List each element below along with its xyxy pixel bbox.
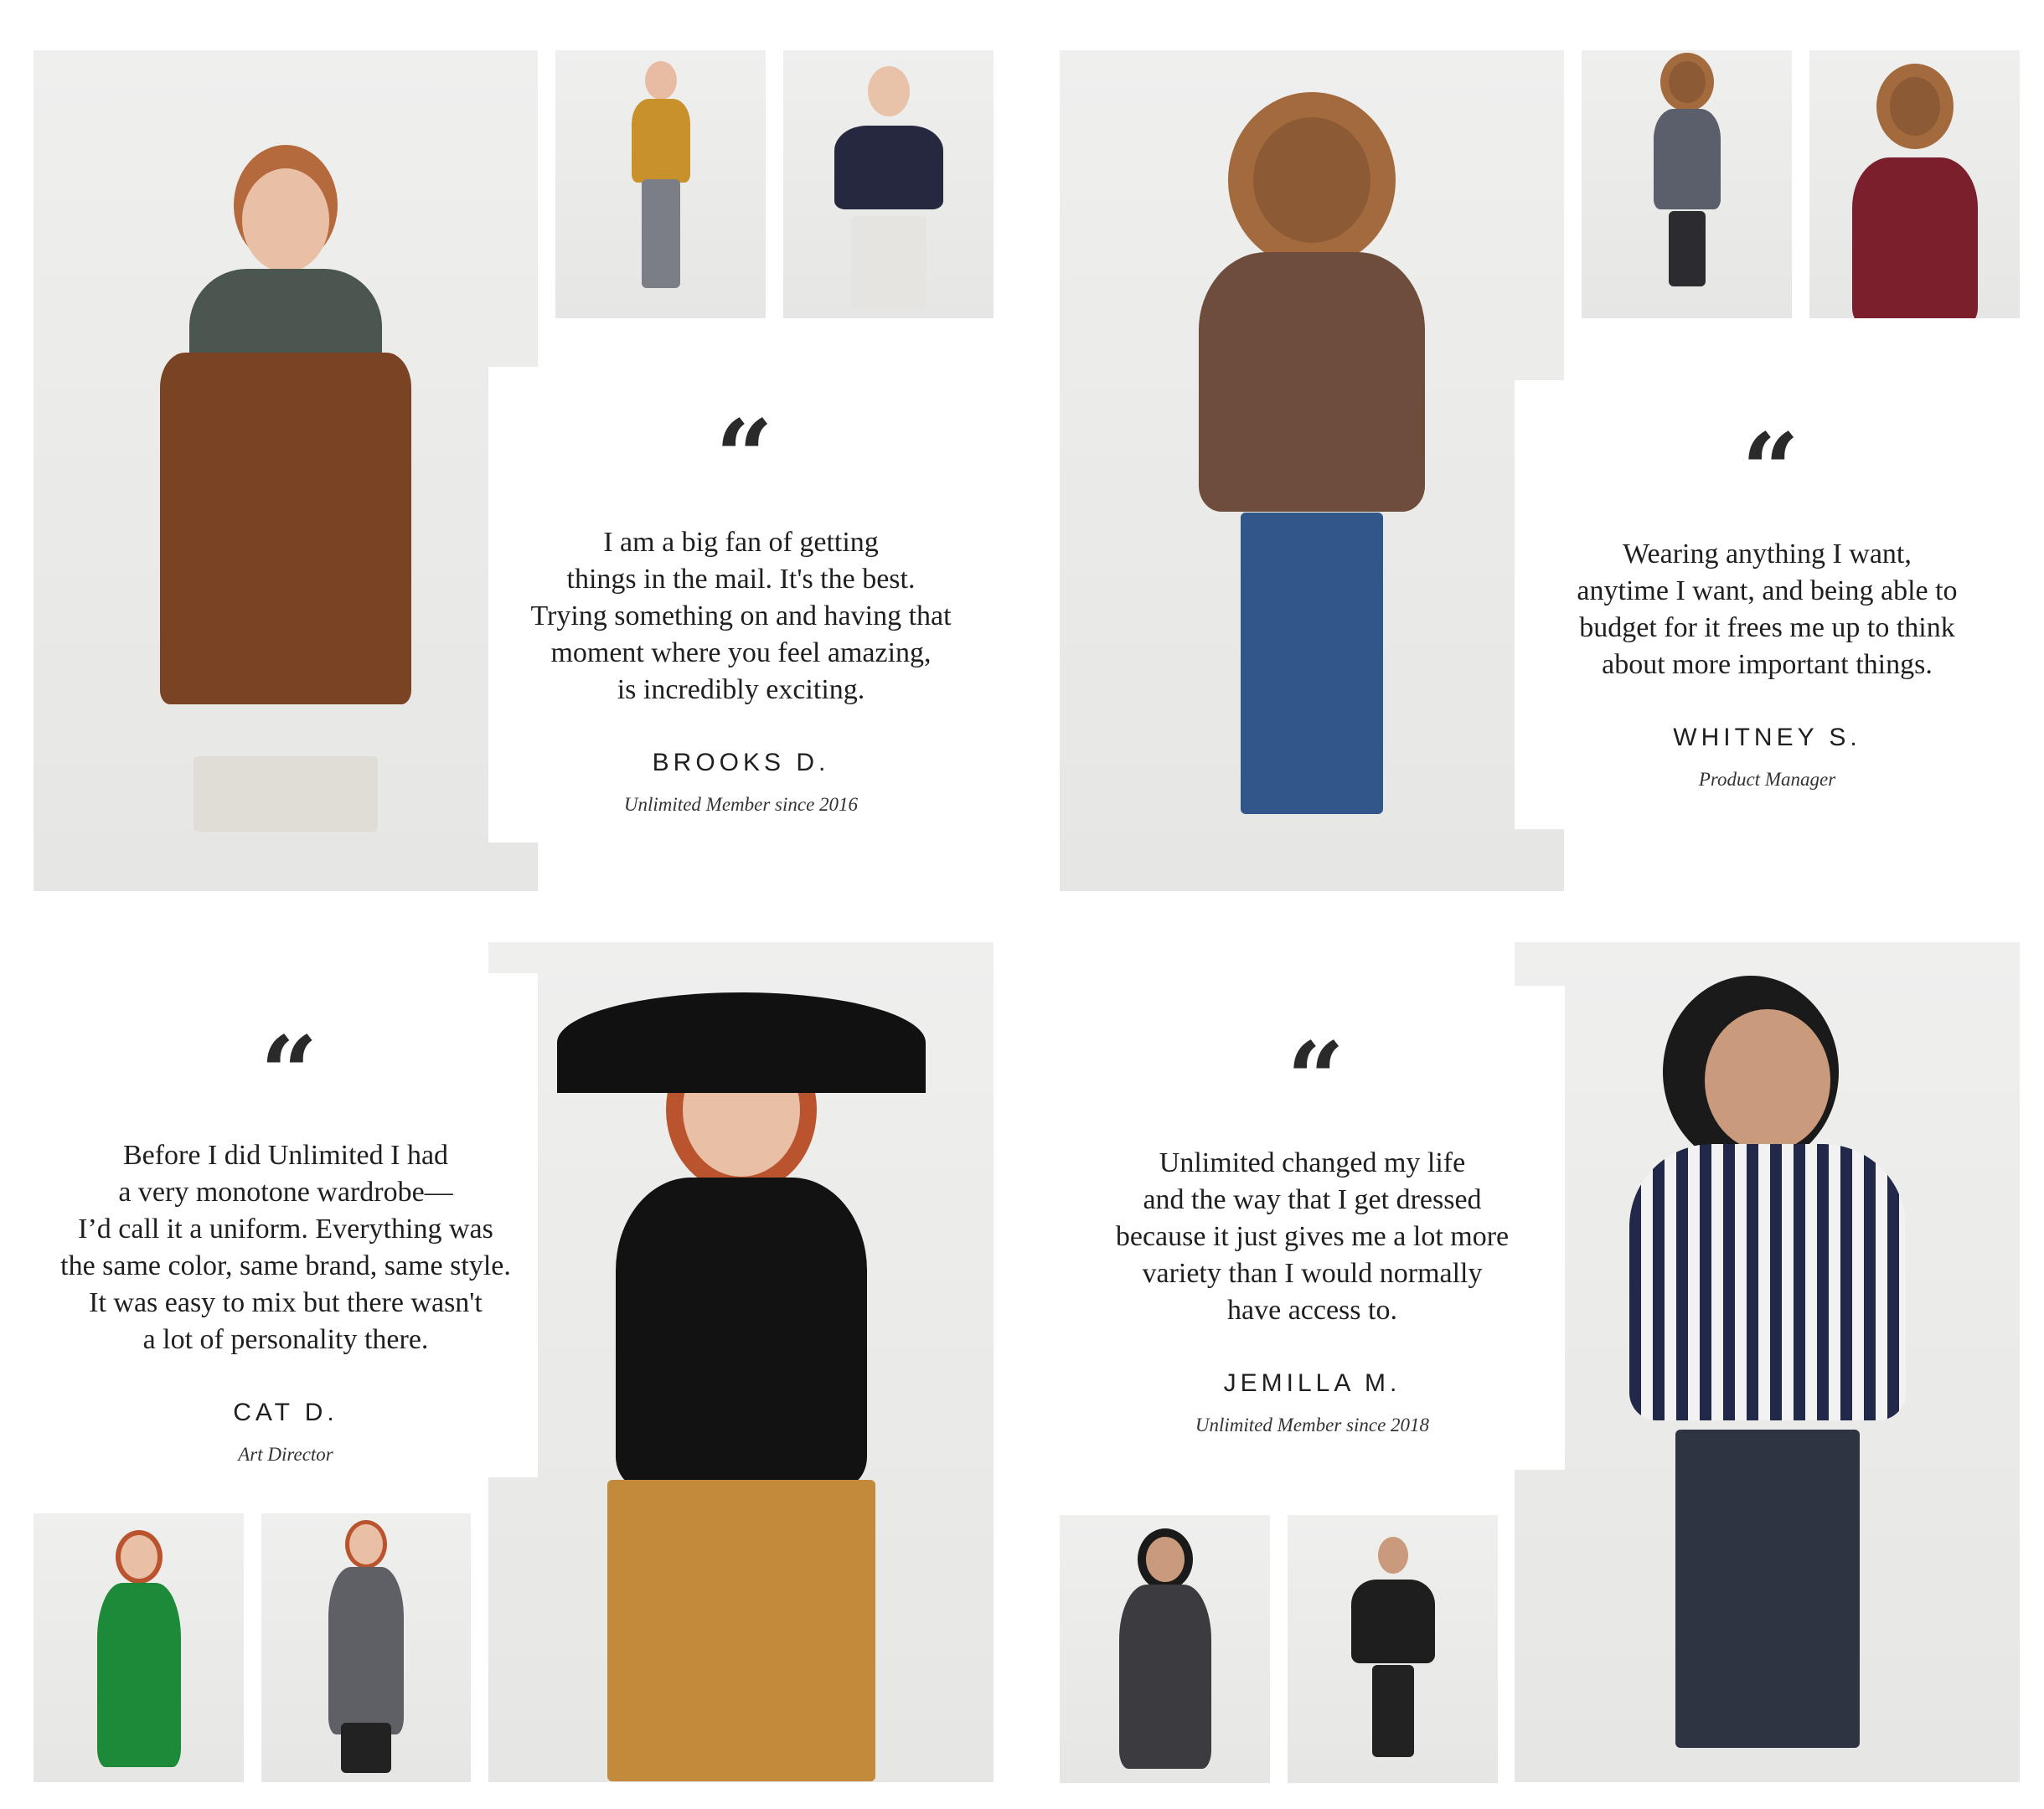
quote-mark-icon: “ — [1286, 1020, 1345, 1138]
cat-thumb-2 — [261, 1513, 471, 1782]
testimonial-card-jemilla: “ Unlimited changed my life and the way … — [1060, 986, 1565, 1470]
testimonial-card-whitney: “ Wearing anything I want, anytime I wan… — [1515, 380, 2020, 829]
testimonial-quote: Unlimited changed my life and the way th… — [1115, 1147, 1510, 1326]
testimonial-name: JEMILLA M. — [1223, 1369, 1401, 1397]
testimonial-name: BROOKS D. — [652, 749, 830, 776]
testimonial-role: Unlimited Member since 2018 — [1195, 1415, 1430, 1435]
quote-mark-icon: “ — [1741, 411, 1799, 529]
testimonial-name: CAT D. — [233, 1399, 338, 1426]
whitney-main-photo — [1060, 50, 1564, 891]
brooks-main-photo — [34, 50, 538, 891]
testimonial-role: Unlimited Member since 2016 — [623, 794, 859, 815]
jemilla-main-photo — [1515, 942, 2020, 1782]
testimonial-quote: I am a big fan of getting things in the … — [530, 527, 952, 705]
testimonial-role: Art Director — [238, 1444, 333, 1465]
whitney-thumb-2 — [1809, 50, 2020, 318]
jemilla-thumb-1 — [1060, 1515, 1270, 1783]
cat-main-photo — [488, 942, 994, 1782]
jemilla-thumb-2 — [1288, 1515, 1498, 1783]
testimonial-name: WHITNEY S. — [1673, 724, 1861, 751]
testimonial-card-brooks: “ I am a big fan of getting things in th… — [488, 367, 994, 843]
cat-thumb-1 — [34, 1513, 244, 1782]
quote-mark-icon: “ — [715, 398, 773, 516]
testimonial-card-cat: “ Before I did Unlimited I had a very mo… — [34, 973, 538, 1477]
testimonial-quote: Wearing anything I want, anytime I want,… — [1577, 539, 1958, 680]
brooks-thumb-1 — [555, 50, 766, 318]
testimonial-quote: Before I did Unlimited I had a very mono… — [60, 1140, 511, 1355]
testimonial-role: Product Manager — [1698, 769, 1836, 790]
whitney-thumb-1 — [1582, 50, 1792, 318]
brooks-thumb-2 — [783, 50, 994, 318]
quote-mark-icon: “ — [260, 1014, 317, 1132]
